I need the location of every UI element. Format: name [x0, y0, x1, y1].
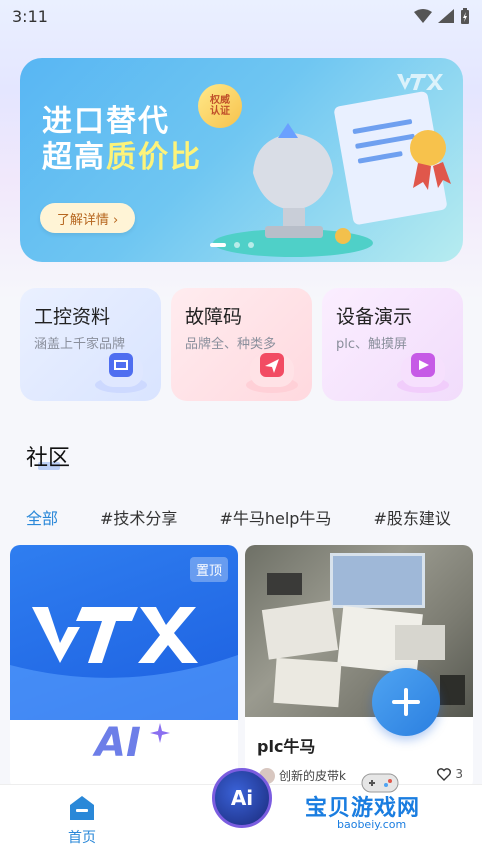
- community-tabs: 全部 #技术分享 #牛马help牛马 #股东建议: [26, 505, 482, 529]
- post-card-pinned[interactable]: 置顶 AI: [10, 545, 238, 790]
- book-icon: [95, 353, 147, 393]
- tab-all[interactable]: 全部: [26, 505, 58, 529]
- nav-ai-label: Ai: [230, 786, 254, 810]
- banner-dot[interactable]: [210, 243, 226, 247]
- tab-tech-share[interactable]: #技术分享: [100, 505, 177, 529]
- home-icon: [70, 796, 94, 820]
- feature-cards: 工控资料 涵盖上千家品牌 故障码 品牌全、种类多 设备演示 plc、触摸屏: [20, 288, 463, 401]
- promo-banner[interactable]: 进口替代 超高质价比 权威 认证 了解详情 ›: [20, 58, 463, 262]
- signal-icon: [438, 9, 454, 23]
- community-title: 社区: [26, 446, 71, 471]
- post-card[interactable]: plc牛马 创新的皮带k 3: [245, 545, 473, 790]
- workbench-photo: [261, 553, 465, 708]
- card-fault-codes[interactable]: 故障码 品牌全、种类多: [171, 288, 312, 401]
- nav-home[interactable]: 首页: [60, 795, 104, 847]
- post-title: plc牛马: [257, 737, 316, 756]
- trophy-certificate-icon: [213, 91, 451, 257]
- battery-icon: [461, 8, 469, 24]
- banner-title-line2-a: 超高: [42, 140, 106, 175]
- plus-icon: [392, 688, 420, 716]
- tab-help[interactable]: #牛马help牛马: [219, 505, 331, 529]
- status-bar: 3:11: [0, 0, 482, 32]
- card-industrial-docs[interactable]: 工控资料 涵盖上千家品牌: [20, 288, 161, 401]
- banner-pagination: [210, 242, 254, 248]
- banner-dot[interactable]: [234, 242, 240, 248]
- banner-dot[interactable]: [248, 242, 254, 248]
- add-post-button[interactable]: [372, 668, 440, 736]
- card-title: 故障码: [185, 306, 243, 328]
- vtx-logo-icon: [10, 607, 238, 720]
- sparkle-icon: [150, 723, 170, 743]
- watermark: 宝贝游戏网 baobeiy.com: [305, 770, 455, 840]
- tab-shareholder[interactable]: #股东建议: [373, 505, 450, 529]
- nav-home-label: 首页: [68, 830, 96, 846]
- nav-ai-button[interactable]: Ai: [212, 768, 272, 828]
- card-title: 工控资料: [34, 306, 111, 328]
- watermark-url: baobeiy.com: [337, 818, 407, 831]
- status-time: 3:11: [12, 6, 48, 26]
- status-icons: [414, 8, 470, 24]
- card-device-demo[interactable]: 设备演示 plc、触摸屏: [322, 288, 463, 401]
- wifi-icon: [414, 9, 432, 23]
- card-title: 设备演示: [336, 306, 413, 328]
- send-icon: [246, 353, 298, 393]
- post-image: 置顶: [10, 545, 238, 720]
- like-count: 3: [455, 767, 463, 781]
- banner-title-line2-b: 质价比: [106, 140, 202, 175]
- play-icon: [397, 353, 449, 393]
- banner-title-line2: 超高质价比: [42, 132, 202, 176]
- learn-more-button[interactable]: 了解详情 ›: [40, 203, 135, 233]
- ai-label: AI: [95, 720, 141, 766]
- post-image: [245, 545, 473, 717]
